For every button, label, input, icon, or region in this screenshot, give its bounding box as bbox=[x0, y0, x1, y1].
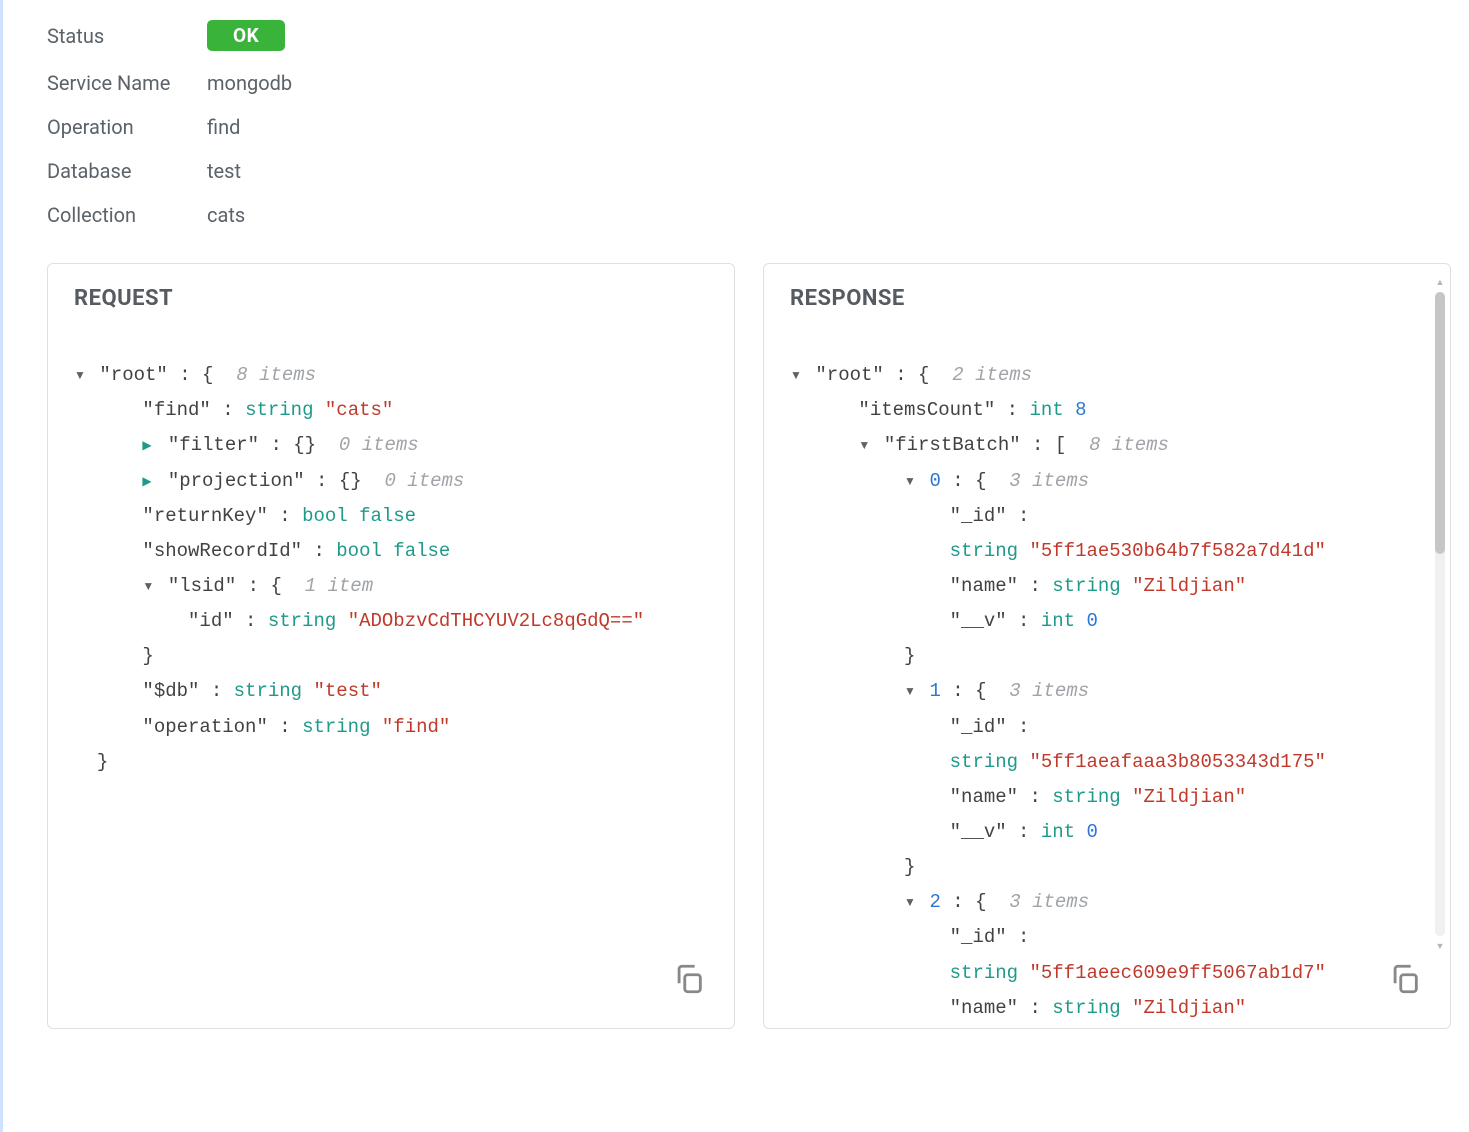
json-key: "lsid" bbox=[168, 575, 236, 597]
meta-label-database: Database bbox=[47, 159, 207, 183]
tree-toggle[interactable]: ▶ bbox=[142, 470, 156, 492]
json-value: false bbox=[359, 505, 416, 527]
json-key: "name" bbox=[950, 997, 1018, 1019]
meta-label-status: Status bbox=[47, 24, 207, 48]
request-panel: REQUEST ▼ "root" : { 8 items "find" : st… bbox=[47, 263, 735, 1029]
json-key: "id" bbox=[188, 610, 234, 632]
json-key: "name" bbox=[950, 575, 1018, 597]
json-value: "Zildjian" bbox=[1132, 997, 1246, 1019]
scroll-up-icon: ▲ bbox=[1435, 278, 1445, 286]
json-key: "__v" bbox=[950, 821, 1007, 843]
meta-value-collection: cats bbox=[207, 203, 245, 227]
trace-detail-view: Status OK Service Name mongodb Operation… bbox=[0, 0, 1469, 1132]
json-key: "filter" bbox=[168, 434, 259, 456]
json-value: false bbox=[393, 540, 450, 562]
json-key: "projection" bbox=[168, 470, 305, 492]
meta-row-operation: Operation find bbox=[47, 115, 1451, 139]
response-scrollbar[interactable]: ▲ ▼ bbox=[1435, 292, 1445, 936]
panels-row: REQUEST ▼ "root" : { 8 items "find" : st… bbox=[47, 263, 1451, 1029]
scroll-thumb[interactable] bbox=[1435, 292, 1445, 554]
json-key: "returnKey" bbox=[142, 505, 267, 527]
json-value: 0 bbox=[1087, 610, 1098, 632]
meta-value-database: test bbox=[207, 159, 241, 183]
response-json-tree[interactable]: ▼ "root" : { 2 items "itemsCount" : int … bbox=[790, 323, 1424, 1023]
json-key: "$db" bbox=[142, 680, 199, 702]
meta-label-service-name: Service Name bbox=[47, 71, 207, 95]
json-value: "Zildjian" bbox=[1132, 786, 1246, 808]
json-key: "itemsCount" bbox=[858, 399, 995, 421]
tree-toggle[interactable]: ▼ bbox=[904, 891, 918, 913]
tree-toggle[interactable]: ▶ bbox=[142, 434, 156, 456]
meta-row-database: Database test bbox=[47, 159, 1451, 183]
tree-toggle[interactable]: ▼ bbox=[74, 364, 88, 386]
copy-request-button[interactable] bbox=[672, 962, 706, 1000]
json-key: "firstBatch" bbox=[884, 434, 1021, 456]
tree-toggle[interactable]: ▼ bbox=[904, 680, 918, 702]
tree-toggle[interactable]: ▼ bbox=[904, 470, 918, 492]
response-panel: RESPONSE ▼ "root" : { 2 items "itemsCoun… bbox=[763, 263, 1451, 1029]
json-value: 8 bbox=[1075, 399, 1086, 421]
json-key: "root" bbox=[99, 364, 167, 386]
json-key: "root" bbox=[815, 364, 883, 386]
json-key: "_id" bbox=[950, 505, 1007, 527]
json-value: "5ff1aeec609e9ff5067ab1d7" bbox=[1029, 962, 1325, 984]
json-value: "cats" bbox=[325, 399, 393, 421]
json-key: "_id" bbox=[950, 716, 1007, 738]
meta-value-operation: find bbox=[207, 115, 240, 139]
json-index: 1 bbox=[929, 680, 940, 702]
meta-label-operation: Operation bbox=[47, 115, 207, 139]
meta-value-service-name: mongodb bbox=[207, 71, 292, 95]
json-key: "operation" bbox=[142, 716, 267, 738]
json-value: "5ff1ae530b64b7f582a7d41d" bbox=[1029, 540, 1325, 562]
json-index: 2 bbox=[929, 891, 940, 913]
copy-response-button[interactable] bbox=[1388, 962, 1422, 1000]
meta-label-collection: Collection bbox=[47, 203, 207, 227]
meta-row-collection: Collection cats bbox=[47, 203, 1451, 227]
json-value: "find" bbox=[382, 716, 450, 738]
json-value: 0 bbox=[1087, 821, 1098, 843]
request-panel-title: REQUEST bbox=[74, 286, 708, 311]
json-key: "name" bbox=[950, 786, 1018, 808]
tree-toggle[interactable]: ▼ bbox=[142, 575, 156, 597]
json-value: "ADObzvCdTHCYUV2Lc8qGdQ==" bbox=[348, 610, 644, 632]
request-json-tree[interactable]: ▼ "root" : { 8 items "find" : string "ca… bbox=[74, 323, 708, 1023]
json-value: "5ff1aeafaaa3b8053343d175" bbox=[1029, 751, 1325, 773]
status-badge: OK bbox=[207, 20, 285, 51]
json-index: 0 bbox=[929, 470, 940, 492]
json-key: "find" bbox=[142, 399, 210, 421]
copy-icon bbox=[672, 962, 706, 996]
json-key: "showRecordId" bbox=[142, 540, 302, 562]
tree-toggle[interactable]: ▼ bbox=[790, 364, 804, 386]
response-panel-title: RESPONSE bbox=[790, 286, 1424, 311]
json-key: "_id" bbox=[950, 926, 1007, 948]
meta-table: Status OK Service Name mongodb Operation… bbox=[47, 20, 1451, 227]
scroll-down-icon: ▼ bbox=[1435, 942, 1445, 950]
tree-toggle[interactable]: ▼ bbox=[858, 434, 872, 456]
json-value: "Zildjian" bbox=[1132, 575, 1246, 597]
json-value: "test" bbox=[313, 680, 381, 702]
json-key: "__v" bbox=[950, 610, 1007, 632]
copy-icon bbox=[1388, 962, 1422, 996]
meta-row-status: Status OK bbox=[47, 20, 1451, 51]
meta-row-service-name: Service Name mongodb bbox=[47, 71, 1451, 95]
